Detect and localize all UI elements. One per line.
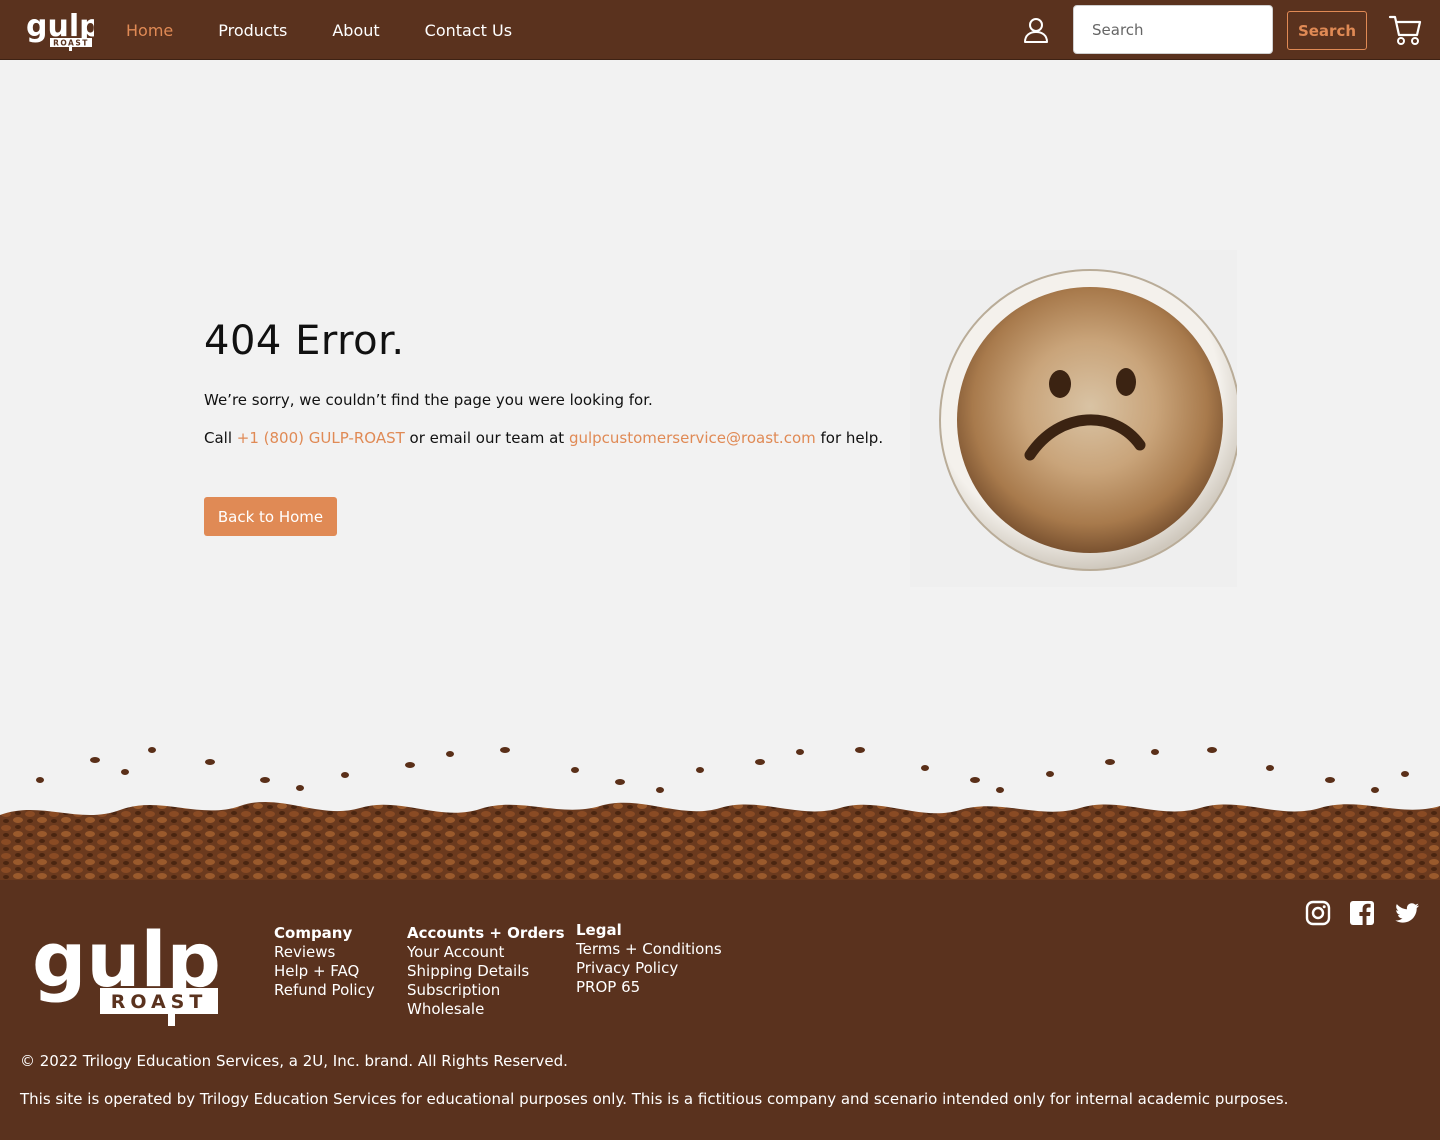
footer-logo-sub: ROAST xyxy=(111,991,208,1013)
gulp-roast-logo[interactable]: gulp ROAST xyxy=(24,6,94,52)
nav-contact-us[interactable]: Contact Us xyxy=(425,21,512,40)
footer-link-wholesale[interactable]: Wholesale xyxy=(407,1000,565,1019)
footer-link-subscription[interactable]: Subscription xyxy=(407,981,565,1000)
footer-link-help-faq[interactable]: Help + FAQ xyxy=(274,962,375,981)
footer-col-legal: Legal Terms + Conditions Privacy Policy … xyxy=(576,921,722,997)
logo-sub: ROAST xyxy=(53,39,89,48)
back-to-home-button[interactable]: Back to Home xyxy=(204,497,337,536)
email-link[interactable]: gulpcustomerservice@roast.com xyxy=(569,429,816,447)
footer-heading-accounts: Accounts + Orders xyxy=(407,924,565,942)
user-icon[interactable] xyxy=(1022,16,1050,44)
help-suffix: for help. xyxy=(815,429,884,447)
error-message: We’re sorry, we couldn’t find the page y… xyxy=(204,391,653,409)
twitter-icon[interactable] xyxy=(1394,900,1420,926)
site-footer: gulp ROAST Company Reviews Help + FAQ Re… xyxy=(0,880,1440,1140)
page-title: 404 Error. xyxy=(204,318,405,364)
instagram-icon[interactable] xyxy=(1305,900,1331,926)
nav-products[interactable]: Products xyxy=(218,21,287,40)
nav-home[interactable]: Home xyxy=(126,21,173,40)
footer-link-reviews[interactable]: Reviews xyxy=(274,943,375,962)
footer-link-terms[interactable]: Terms + Conditions xyxy=(576,940,722,959)
footer-link-shipping[interactable]: Shipping Details xyxy=(407,962,565,981)
footer-heading-legal: Legal xyxy=(576,921,622,939)
nav-about[interactable]: About xyxy=(332,21,379,40)
footer-logo[interactable]: gulp ROAST xyxy=(30,910,222,1028)
footer-heading-company: Company xyxy=(274,924,353,942)
sad-coffee-image xyxy=(910,250,1241,587)
copyright-text: © 2022 Trilogy Education Services, a 2U,… xyxy=(20,1052,568,1070)
search-button[interactable]: Search xyxy=(1287,11,1367,50)
search-input[interactable] xyxy=(1073,5,1273,54)
footer-col-company: Company Reviews Help + FAQ Refund Policy xyxy=(274,924,375,1000)
main-nav: Home Products About Contact Us xyxy=(126,0,557,60)
footer-col-accounts: Accounts + Orders Your Account Shipping … xyxy=(407,924,565,1019)
phone-link[interactable]: +1 (800) GULP-ROAST xyxy=(237,429,405,447)
cart-icon[interactable] xyxy=(1388,13,1422,47)
facebook-icon[interactable] xyxy=(1349,900,1375,926)
footer-link-privacy[interactable]: Privacy Policy xyxy=(576,959,722,978)
footer-link-prop65[interactable]: PROP 65 xyxy=(576,978,722,997)
footer-link-your-account[interactable]: Your Account xyxy=(407,943,565,962)
site-header: gulp ROAST Home Products About Contact U… xyxy=(0,0,1440,60)
disclaimer-text: This site is operated by Trilogy Educati… xyxy=(20,1090,1289,1108)
help-prefix: Call xyxy=(204,429,237,447)
help-middle: or email our team at xyxy=(404,429,569,447)
help-text: Call +1 (800) GULP-ROAST or email our te… xyxy=(204,429,883,447)
footer-link-refund-policy[interactable]: Refund Policy xyxy=(274,981,375,1000)
coffee-beans-divider xyxy=(0,747,1440,880)
